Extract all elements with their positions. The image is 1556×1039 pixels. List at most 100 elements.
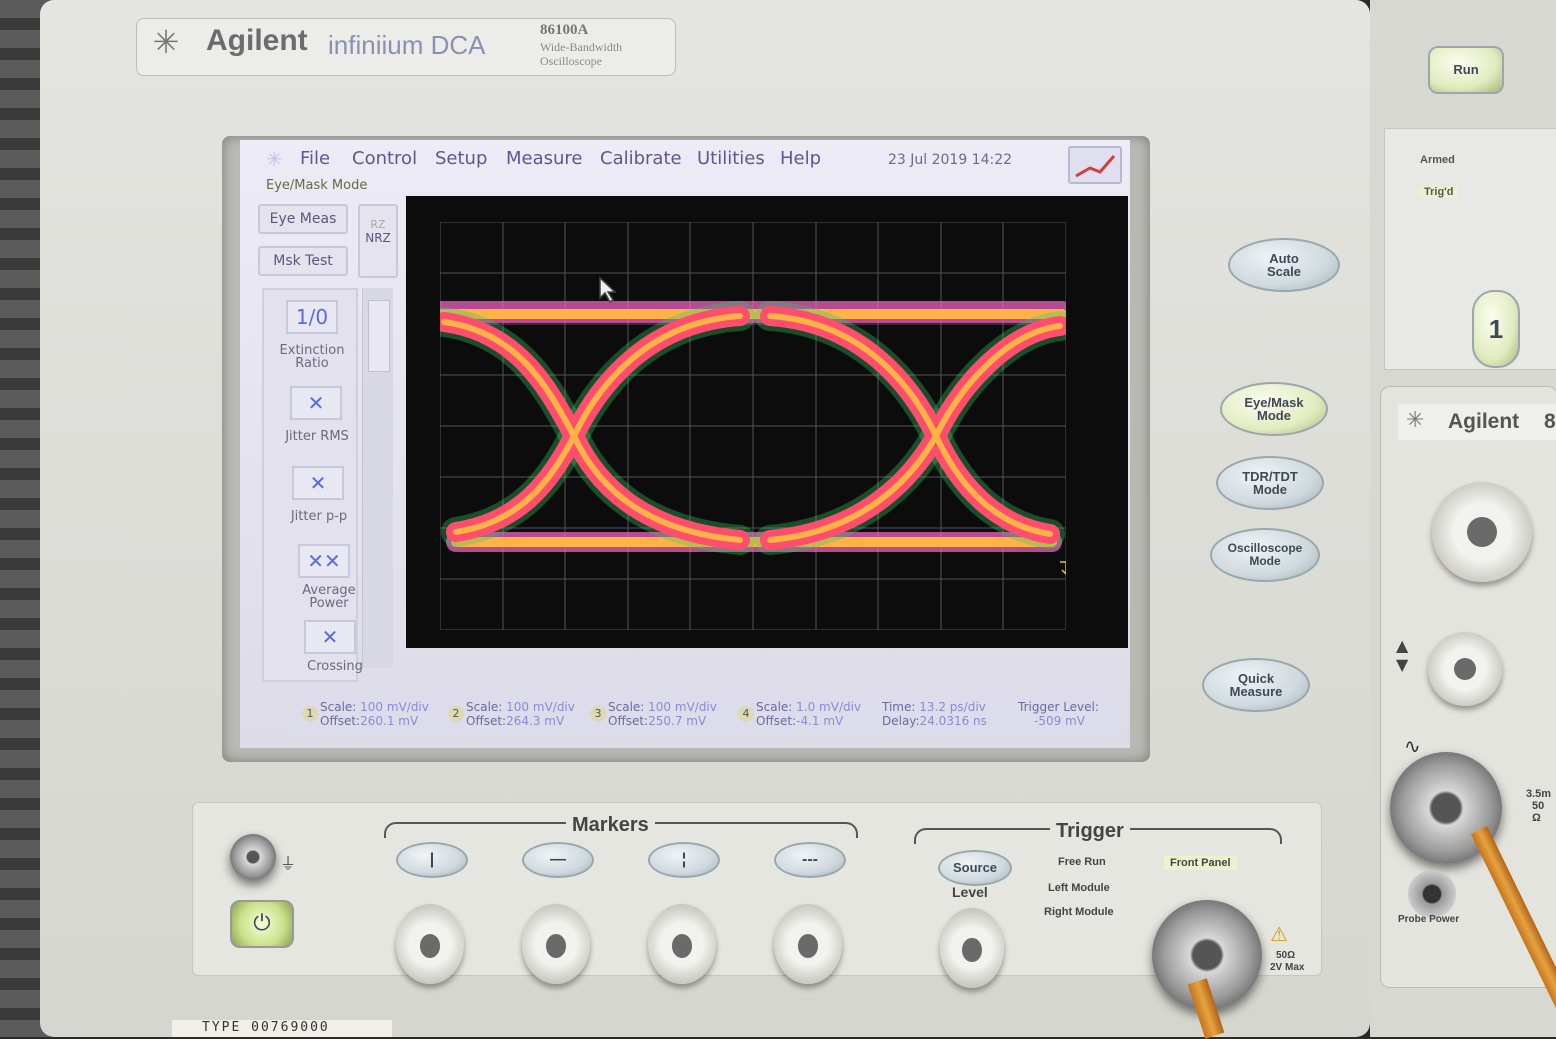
menu-help[interactable]: Help bbox=[780, 148, 821, 169]
channel-2-scale: 100 mV/div bbox=[506, 700, 575, 714]
waveform-thumbnail-glyph bbox=[1075, 155, 1116, 178]
product-name: infiniium DCA bbox=[328, 30, 486, 60]
waveform-thumbnail-icon[interactable] bbox=[1068, 146, 1122, 184]
menu-file[interactable]: File bbox=[300, 148, 330, 169]
average-power-icon[interactable]: ✕✕ bbox=[298, 544, 350, 578]
channel-4-badge[interactable]: 4 bbox=[738, 706, 754, 722]
grid-lines bbox=[440, 222, 1066, 630]
brand-name: Agilent bbox=[206, 24, 308, 57]
channel-4-info[interactable]: Scale: 1.0 mV/div Offset:-4.1 mV bbox=[756, 700, 861, 728]
time-scale: 13.2 ps/div bbox=[919, 700, 986, 714]
menu-setup[interactable]: Setup bbox=[435, 148, 487, 169]
marker-2-knob[interactable] bbox=[522, 904, 590, 984]
average-power-label-line2: Power bbox=[309, 596, 349, 611]
model-number: 86100A bbox=[540, 22, 589, 38]
connector-label-2: 50 Ω bbox=[1532, 800, 1545, 824]
oscilloscope-mode-button[interactable]: Oscilloscope Mode bbox=[1210, 528, 1320, 582]
trigger-free-run-label: Free Run bbox=[1058, 856, 1106, 868]
menu-control[interactable]: Control bbox=[352, 148, 417, 169]
marker-3-button[interactable]: ¦ bbox=[648, 842, 720, 878]
marker-1-button[interactable]: | bbox=[396, 842, 468, 878]
trigger-level-knob-label: Level bbox=[952, 884, 988, 900]
agilent-logo-icon: ✳ bbox=[152, 23, 180, 61]
model-description-line2: Oscilloscope bbox=[540, 54, 602, 68]
waveform-step-icon: ∿ bbox=[1404, 734, 1421, 758]
type-label: TYPE 00769000 bbox=[172, 1020, 392, 1037]
eye-diagram-graticule bbox=[440, 222, 1066, 630]
trigger-level-label: Trigger Level: bbox=[1018, 700, 1099, 714]
average-power-label: Average Power bbox=[286, 584, 372, 610]
marker-1-knob[interactable] bbox=[396, 904, 464, 984]
rz-nrz-toggle[interactable]: RZ NRZ bbox=[358, 204, 398, 278]
markers-title: Markers bbox=[566, 814, 655, 837]
mouse-cursor-icon bbox=[599, 276, 617, 304]
channel-2-badge[interactable]: 2 bbox=[448, 706, 464, 722]
trigger-level-knob[interactable] bbox=[940, 908, 1004, 988]
eye-mask-mode-button[interactable]: Eye/Mask Mode bbox=[1220, 382, 1328, 436]
channel-3-scale-label: Scale: bbox=[608, 700, 645, 714]
timebase-info[interactable]: Time: 13.2 ps/div Delay:24.0316 ns bbox=[882, 700, 987, 728]
channel-4-scale: 1.0 mV/div bbox=[796, 700, 862, 714]
warning-icon: ⚠ bbox=[1270, 922, 1288, 946]
extinction-ratio-icon[interactable]: 1/0 bbox=[286, 300, 338, 334]
channel-3-info[interactable]: Scale: 100 mV/div Offset:250.7 mV bbox=[608, 700, 717, 728]
time-label: Time: bbox=[882, 700, 916, 714]
nrz-label: NRZ bbox=[365, 231, 391, 245]
auto-scale-line2: Scale bbox=[1267, 264, 1301, 279]
channel-1-button[interactable]: 1 bbox=[1472, 290, 1520, 368]
tdr-tdt-mode-button[interactable]: TDR/TDT Mode bbox=[1216, 456, 1324, 510]
mode-label: Eye/Mask Mode bbox=[266, 178, 368, 193]
jitter-rms-label: Jitter RMS bbox=[285, 429, 349, 444]
channel-4-offset-label: Offset: bbox=[756, 714, 797, 728]
channel-1-badge[interactable]: 1 bbox=[302, 706, 318, 722]
module-attenuation-knob[interactable] bbox=[1432, 482, 1532, 582]
channel-3-offset: 250.7 mV bbox=[648, 714, 707, 728]
marker-4-knob[interactable] bbox=[774, 904, 842, 984]
marker-2-button[interactable]: — bbox=[522, 842, 594, 878]
channel-3-scale: 100 mV/div bbox=[648, 700, 717, 714]
crossing-percentage-icon[interactable]: ✕ bbox=[304, 620, 356, 654]
eye-mask-line2: Mode bbox=[1257, 408, 1291, 423]
model-description-line1: Wide-Bandwidth bbox=[540, 40, 623, 54]
channel-1-info[interactable]: Scale: 100 mV/div Offset:260.1 mV bbox=[320, 700, 429, 728]
app-logo-icon: ✳ bbox=[266, 147, 283, 171]
probe-power-label: Probe Power bbox=[1398, 914, 1460, 925]
marker-4-button[interactable]: --- bbox=[774, 842, 846, 878]
module-brand-name: Agilent bbox=[1448, 410, 1520, 433]
power-button[interactable]: ⏻ bbox=[230, 900, 294, 948]
connector-label-1: 3.5m bbox=[1526, 788, 1552, 800]
module-offset-knob[interactable] bbox=[1428, 632, 1502, 706]
channel-4-offset: -4.1 mV bbox=[796, 714, 844, 728]
eye-traces bbox=[440, 301, 1066, 555]
delay-value: 24.0316 ns bbox=[919, 714, 987, 728]
trigger-source-button[interactable]: Source bbox=[938, 850, 1012, 886]
auto-scale-button[interactable]: Auto Scale bbox=[1228, 238, 1340, 292]
menu-measure[interactable]: Measure bbox=[506, 148, 583, 169]
osc-line2: Mode bbox=[1249, 554, 1281, 568]
quick-measure-button[interactable]: Quick Measure bbox=[1202, 658, 1310, 712]
scrollbar-thumb[interactable] bbox=[368, 300, 390, 372]
impedance-label: 50Ω bbox=[1276, 950, 1296, 961]
channel-2-info[interactable]: Scale: 100 mV/div Offset:264.3 mV bbox=[466, 700, 575, 728]
channel-2-offset: 264.3 mV bbox=[506, 714, 565, 728]
crossing-percentage-label: Crossing bbox=[307, 660, 363, 674]
eye-meas-button[interactable]: Eye Meas bbox=[258, 204, 348, 234]
menu-utilities[interactable]: Utilities bbox=[697, 148, 765, 169]
ground-jack[interactable] bbox=[230, 834, 276, 880]
probe-power-connector[interactable] bbox=[1408, 870, 1456, 918]
menu-calibrate[interactable]: Calibrate bbox=[600, 148, 682, 169]
jitter-rms-icon[interactable]: ✕ bbox=[290, 386, 342, 420]
jitter-pp-icon[interactable]: ✕ bbox=[292, 466, 344, 500]
channel-3-badge[interactable]: 3 bbox=[590, 706, 606, 722]
channel-1-scale: 100 mV/div bbox=[360, 700, 429, 714]
trigger-level-info[interactable]: Trigger Level: -509 mV bbox=[1018, 700, 1099, 728]
run-button[interactable]: Run bbox=[1428, 46, 1504, 94]
armed-label: Armed bbox=[1420, 154, 1455, 166]
trigd-label: Trig'd bbox=[1420, 186, 1458, 198]
channel-2-scale-label: Scale: bbox=[466, 700, 503, 714]
trigger-title: Trigger bbox=[1050, 820, 1130, 843]
trigger-left-module-label: Left Module bbox=[1048, 882, 1110, 894]
date-time: 23 Jul 2019 14:22 bbox=[888, 152, 1013, 168]
marker-3-knob[interactable] bbox=[648, 904, 716, 984]
mask-test-button[interactable]: Msk Test bbox=[258, 246, 348, 276]
